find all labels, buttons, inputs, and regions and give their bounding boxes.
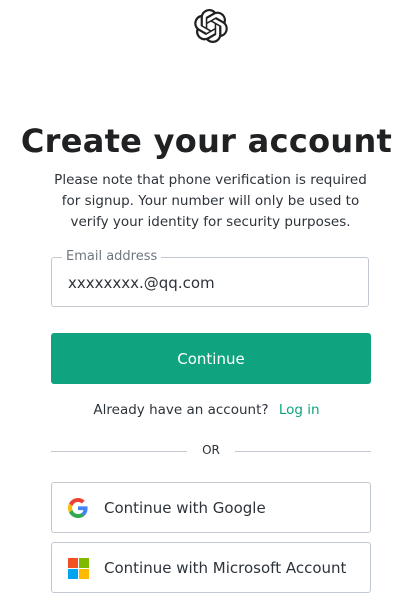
microsoft-icon-green bbox=[79, 558, 89, 568]
continue-button[interactable]: Continue bbox=[51, 333, 371, 384]
google-button-label: Continue with Google bbox=[104, 499, 266, 517]
email-input[interactable] bbox=[68, 272, 354, 294]
login-prompt-text: Already have an account? bbox=[93, 402, 269, 418]
microsoft-icon-red bbox=[68, 558, 78, 568]
signup-page: Create your account Please note that pho… bbox=[0, 0, 413, 610]
continue-with-microsoft-button[interactable]: Continue with Microsoft Account bbox=[51, 542, 371, 593]
continue-with-google-button[interactable]: Continue with Google bbox=[51, 482, 371, 533]
microsoft-icon bbox=[68, 558, 89, 579]
openai-logo-icon bbox=[194, 9, 228, 43]
email-field-label: Email address bbox=[62, 248, 162, 266]
email-field[interactable]: Email address bbox=[51, 248, 369, 307]
divider-line-right bbox=[235, 451, 371, 452]
login-prompt-row: Already have an account? Log in bbox=[0, 402, 413, 418]
login-link[interactable]: Log in bbox=[279, 402, 320, 418]
microsoft-icon-yellow bbox=[79, 569, 89, 579]
divider-text: OR bbox=[202, 443, 220, 457]
google-icon bbox=[68, 498, 88, 518]
verification-notice: Please note that phone verification is r… bbox=[54, 172, 367, 230]
or-divider: OR bbox=[51, 442, 371, 460]
page-title: Create your account bbox=[20, 122, 393, 160]
microsoft-button-label: Continue with Microsoft Account bbox=[104, 559, 347, 577]
microsoft-icon-blue bbox=[68, 569, 78, 579]
